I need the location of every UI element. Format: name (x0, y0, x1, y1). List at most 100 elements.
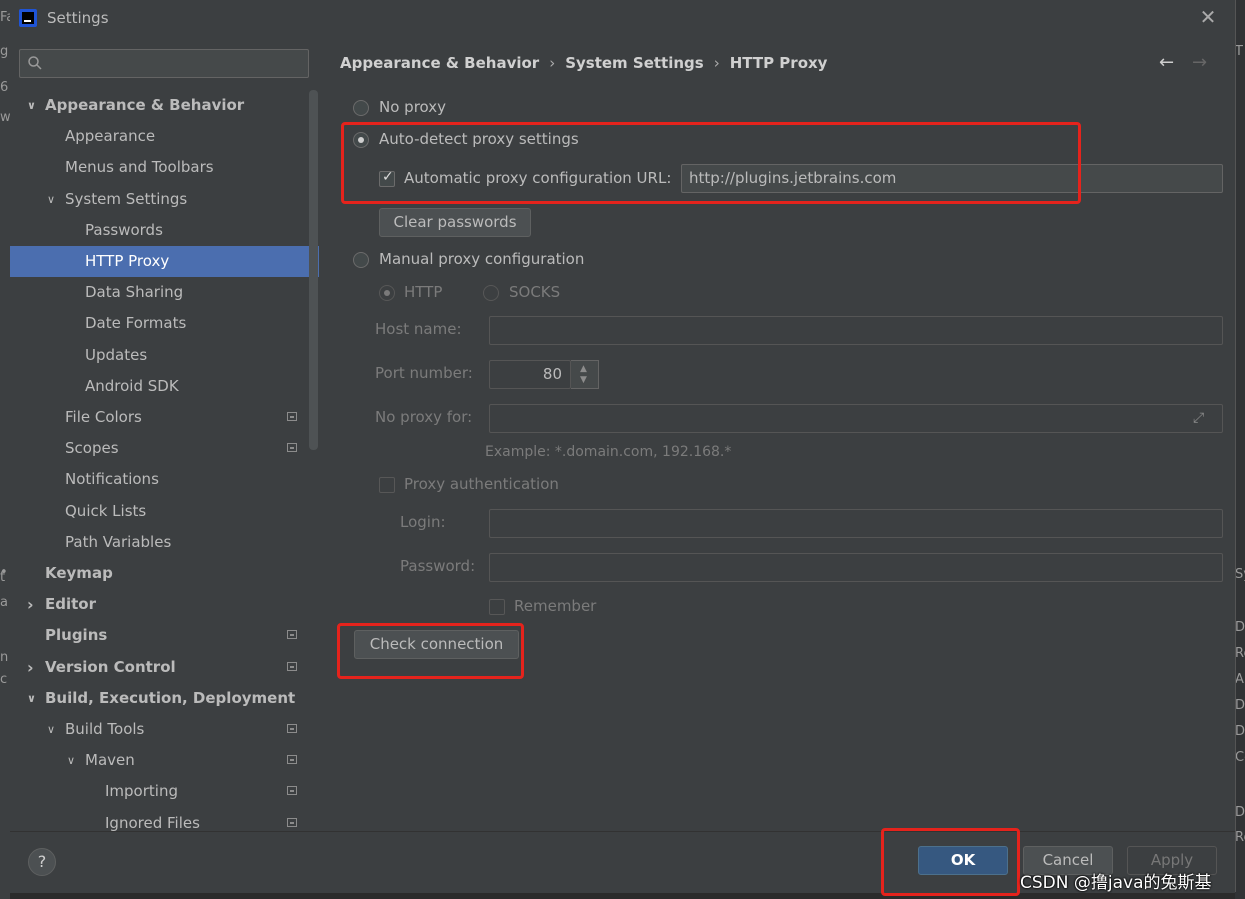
project-level-icon (287, 630, 297, 639)
tree-item-label: Plugins (45, 626, 108, 644)
no-proxy-for-input[interactable] (489, 404, 1223, 433)
breadcrumb-root[interactable]: Appearance & Behavior (340, 54, 539, 72)
tree-item-appearance[interactable]: Appearance (10, 121, 310, 152)
proxy-auth-label[interactable]: Proxy authentication (404, 475, 559, 493)
proxy-auth-checkbox[interactable] (379, 477, 395, 493)
breadcrumb-current: HTTP Proxy (729, 54, 828, 72)
tree-item-label: Data Sharing (85, 283, 184, 301)
chevron-down-icon[interactable]: ∨ (47, 714, 59, 745)
tree-item-label: Keymap (45, 564, 113, 582)
chevron-down-icon[interactable]: ∨ (47, 184, 59, 215)
spinner-down-icon[interactable]: ▼ (580, 375, 587, 385)
annotation-highlight-box (881, 828, 1020, 896)
password-input[interactable] (489, 553, 1223, 582)
tree-item-path-variables[interactable]: Path Variables (10, 527, 310, 558)
tree-item-label: Notifications (65, 470, 159, 488)
tree-item-ignored-files[interactable]: Ignored Files (10, 808, 310, 831)
port-number-input[interactable]: 80 (489, 360, 571, 389)
tree-item-label: Version Control (45, 658, 176, 676)
tree-item-label: Ignored Files (105, 814, 200, 831)
tree-item-label: Android SDK (85, 377, 179, 395)
spinner-up-icon[interactable]: ▲ (580, 364, 587, 374)
chevron-right-icon[interactable]: › (27, 652, 39, 683)
forward-arrow-icon[interactable]: → (1192, 52, 1207, 73)
expand-icon[interactable]: ⤢ (1193, 410, 1211, 428)
tree-item-notifications[interactable]: Notifications (10, 464, 310, 495)
tree-item-updates[interactable]: Updates (10, 340, 310, 371)
no-proxy-for-label: No proxy for: (375, 408, 473, 426)
tree-item-label: Appearance (65, 127, 156, 145)
sidebar-scrollbar[interactable] (309, 90, 318, 450)
clear-passwords-button[interactable]: Clear passwords (379, 208, 531, 237)
chevron-down-icon[interactable]: ∨ (27, 683, 39, 714)
socks-radio[interactable] (483, 285, 499, 301)
annotation-highlight-box (337, 623, 524, 679)
breadcrumb-separator: › (713, 54, 720, 72)
project-level-icon (287, 662, 297, 671)
tree-item-quick-lists[interactable]: Quick Lists (10, 496, 310, 527)
tree-item-label: System Settings (65, 190, 188, 208)
tree-item-label: File Colors (65, 408, 142, 426)
tree-item-build-execution-deployment[interactable]: ∨ Build, Execution, Deployment (10, 683, 310, 714)
tree-item-menus-and-toolbars[interactable]: Menus and Toolbars (10, 152, 310, 183)
host-name-label: Host name: (375, 320, 462, 338)
breadcrumb-middle[interactable]: System Settings (565, 54, 704, 72)
breadcrumb: Appearance & Behavior › System Settings › HT… (340, 54, 827, 72)
chevron-down-icon[interactable]: ∨ (67, 745, 79, 776)
tree-item-http-proxy[interactable]: HTTP Proxy (10, 246, 319, 277)
http-proxy-panel: Appearance & Behavior › System Settings › HT… (319, 36, 1235, 831)
tree-item-scopes[interactable]: Scopes (10, 433, 310, 464)
manual-proxy-radio[interactable] (353, 252, 369, 268)
tree-item-file-colors[interactable]: File Colors (10, 402, 310, 433)
tree-item-label: Menus and Toolbars (65, 158, 214, 176)
tree-item-label: Maven (85, 751, 135, 769)
http-label[interactable]: HTTP (404, 283, 442, 301)
tree-item-date-formats[interactable]: Date Formats (10, 308, 310, 339)
tree-item-build-tools[interactable]: ∨ Build Tools (10, 714, 310, 745)
tree-item-keymap[interactable]: Keymap (10, 558, 310, 589)
tree-item-maven[interactable]: ∨ Maven (10, 745, 310, 776)
close-icon[interactable]: ✕ (1198, 7, 1218, 27)
settings-sidebar: ∨ Appearance & Behavior Appearance Menus an… (10, 36, 319, 831)
tree-item-android-sdk[interactable]: Android SDK (10, 371, 310, 402)
example-hint: Example: *.domain.com, 192.168.* (485, 444, 732, 460)
socks-label[interactable]: SOCKS (509, 283, 560, 301)
project-level-icon (287, 443, 297, 452)
chevron-down-icon[interactable]: ∨ (27, 90, 39, 121)
tree-item-label: Passwords (85, 221, 163, 239)
tree-item-label: Path Variables (65, 533, 172, 551)
back-arrow-icon[interactable]: ← (1159, 52, 1174, 73)
tree-item-label: Scopes (65, 439, 119, 457)
http-radio[interactable] (379, 285, 395, 301)
port-spinner[interactable]: ▲ ▼ (571, 360, 599, 389)
login-input[interactable] (489, 509, 1223, 538)
tree-item-label: Date Formats (85, 314, 187, 332)
tree-item-system-settings[interactable]: ∨ System Settings (10, 184, 310, 215)
tree-item-version-control[interactable]: › Version Control (10, 652, 310, 683)
tree-item-label: Quick Lists (65, 502, 147, 520)
tree-item-data-sharing[interactable]: Data Sharing (10, 277, 310, 308)
no-proxy-radio[interactable] (353, 100, 369, 116)
window-title: Settings (47, 9, 109, 27)
manual-proxy-label[interactable]: Manual proxy configuration (379, 250, 584, 268)
chevron-right-icon[interactable]: › (27, 589, 39, 620)
settings-dialog: Settings ✕ ∨ Appearance & Behavior Appeara… (10, 0, 1236, 896)
tree-item-passwords[interactable]: Passwords (10, 215, 310, 246)
remember-checkbox[interactable] (489, 599, 505, 615)
project-level-icon (287, 755, 297, 764)
host-name-input[interactable] (489, 316, 1223, 345)
tree-item-label: Updates (85, 346, 148, 364)
title-bar: Settings ✕ (10, 0, 1235, 36)
settings-search-input[interactable] (19, 49, 309, 78)
tree-item-importing[interactable]: Importing (10, 776, 310, 807)
project-level-icon (287, 412, 297, 421)
tree-item-appearance-behavior[interactable]: ∨ Appearance & Behavior (10, 90, 310, 121)
no-proxy-label[interactable]: No proxy (379, 98, 446, 116)
tree-item-plugins[interactable]: Plugins (10, 620, 310, 651)
remember-label[interactable]: Remember (514, 597, 596, 615)
tree-item-label: Appearance & Behavior (45, 96, 245, 114)
help-icon[interactable]: ? (28, 848, 56, 876)
tree-item-editor[interactable]: › Editor (10, 589, 310, 620)
project-level-icon (287, 818, 297, 827)
project-level-icon (287, 786, 297, 795)
